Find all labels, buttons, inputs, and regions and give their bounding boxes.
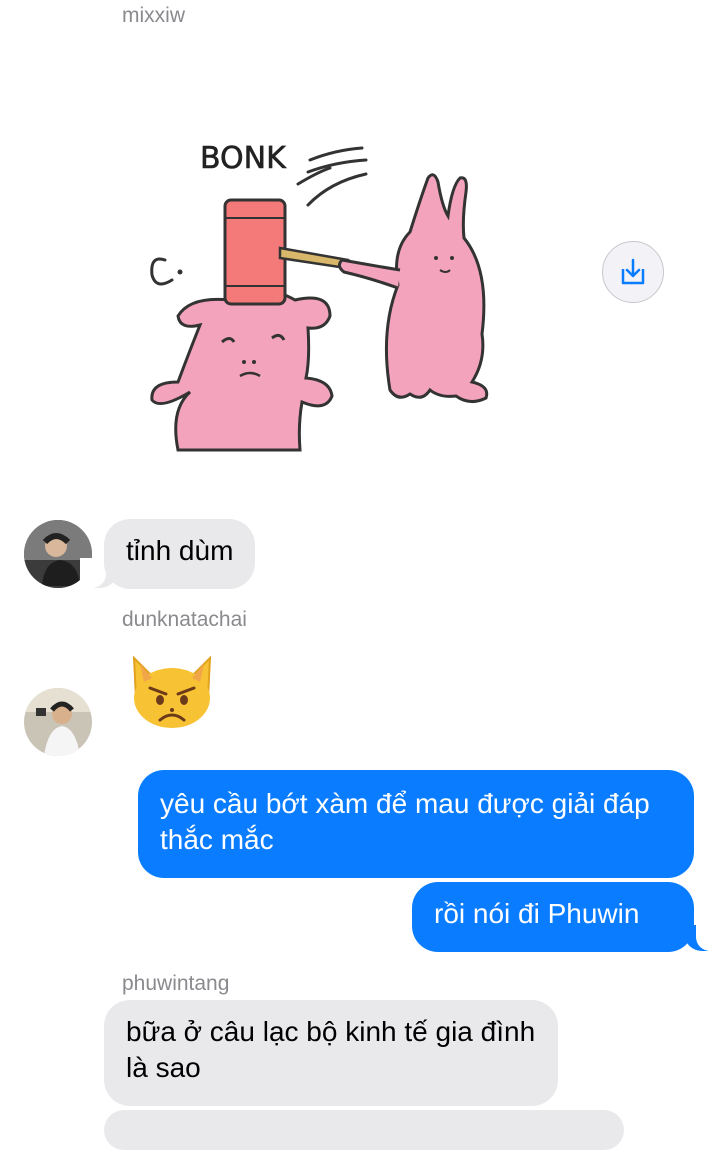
sticker-image[interactable]: BONK bbox=[130, 120, 520, 465]
message-text: tỉnh dùm bbox=[126, 535, 234, 566]
emoji-message[interactable]: 😾 bbox=[124, 648, 220, 732]
sender-name-phuwintang: phuwintang bbox=[122, 972, 230, 995]
message-bubble-incoming[interactable]: tỉnh dùm bbox=[104, 519, 256, 589]
sender-name-dunknatachai: dunknatachai bbox=[122, 608, 247, 631]
message-bubble-incoming[interactable] bbox=[104, 1110, 624, 1150]
save-sticker-button[interactable] bbox=[602, 241, 664, 303]
message-bubble-outgoing[interactable]: rồi nói đi Phuwin bbox=[412, 882, 694, 952]
message-bubble-incoming[interactable]: bữa ở câu lạc bộ kinh tế gia đình là sao bbox=[104, 1000, 558, 1106]
avatar-dunknatachai[interactable] bbox=[24, 688, 92, 756]
message-text: bữa ở câu lạc bộ kinh tế gia đình là sao bbox=[126, 1016, 536, 1083]
download-icon bbox=[621, 258, 645, 285]
pouting-cat-emoji-icon bbox=[132, 655, 212, 728]
message-text: rồi nói đi Phuwin bbox=[434, 898, 640, 929]
message-bubble-outgoing[interactable]: yêu cầu bớt xàm để mau được giải đáp thắ… bbox=[138, 770, 694, 878]
sticker-bonk-text: BONK bbox=[200, 141, 287, 176]
sender-name-mixxiw: mixxiw bbox=[122, 4, 185, 27]
message-text: yêu cầu bớt xàm để mau được giải đáp thắ… bbox=[160, 788, 650, 855]
